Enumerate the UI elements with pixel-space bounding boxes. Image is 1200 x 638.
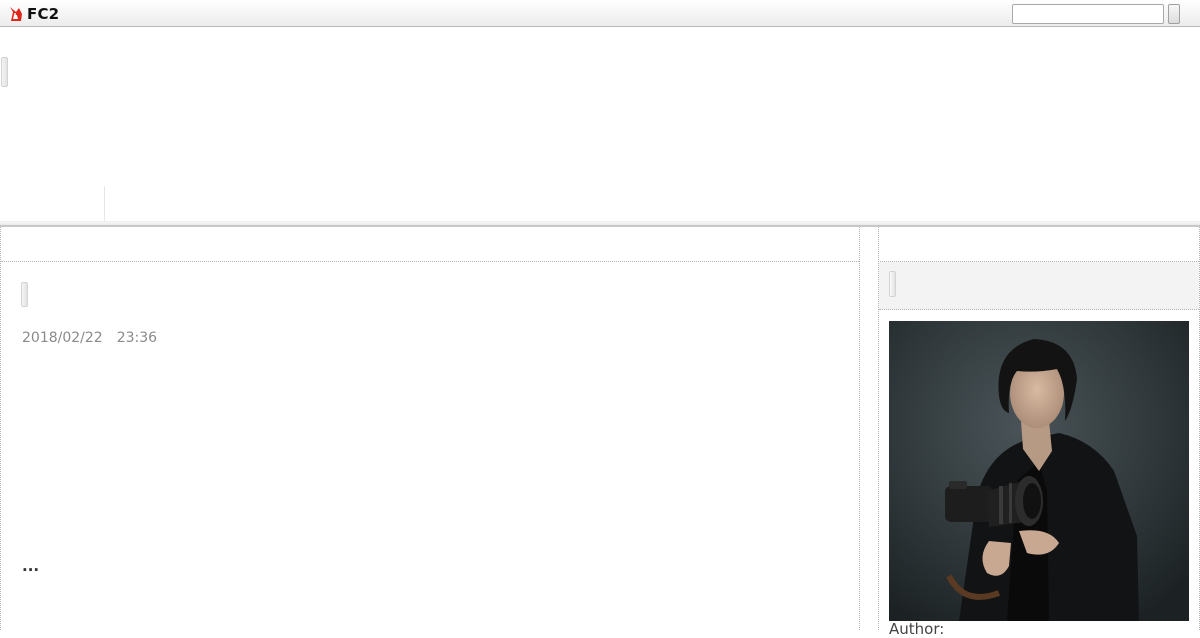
entry-date: 2018/02/22 <box>22 330 103 346</box>
author-label: Author: <box>889 620 945 638</box>
entry-title-link[interactable] <box>21 282 28 307</box>
menu-divider <box>104 186 105 225</box>
main-column: 2018/02/22 23:36 ... <box>0 227 860 630</box>
fc2-logo-text: FC2 <box>27 5 60 23</box>
main-column-divider <box>1 261 859 262</box>
entry-meta: 2018/02/22 23:36 <box>22 330 171 346</box>
blog-title-link[interactable] <box>1 57 8 87</box>
sidebar-section-title <box>889 271 896 297</box>
fc2-logo[interactable]: FC2 <box>7 4 59 24</box>
fc2-fox-icon <box>10 7 22 21</box>
entry-continue-link[interactable]: ... <box>22 557 39 575</box>
profile-photo <box>889 321 1189 621</box>
search-button[interactable] <box>1168 4 1180 24</box>
profile-photo-image <box>889 321 1189 621</box>
fc2-header-bar: FC2 <box>0 0 1200 27</box>
blog-header <box>0 28 1200 225</box>
entry-time: 23:36 <box>116 330 158 346</box>
sidebar-section-header <box>879 262 1199 310</box>
column-gutter <box>859 227 879 630</box>
sidebar: Author: <box>878 227 1200 638</box>
search-input[interactable] <box>1012 4 1164 24</box>
